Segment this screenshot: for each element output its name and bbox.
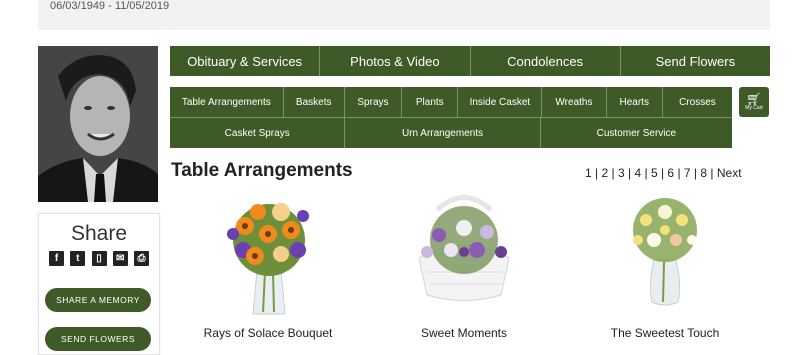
category-casket-sprays[interactable]: Casket Sprays [170,118,346,148]
share-icons: f t ▯ ✉ ⎙ [49,251,149,266]
category-wreaths[interactable]: Wreaths [542,87,607,117]
print-icon[interactable]: ⎙ [134,251,149,266]
email-icon[interactable]: ✉ [112,251,128,266]
product-name[interactable]: Rays of Solace Bouquet [173,326,363,340]
category-baskets[interactable]: Baskets [283,87,345,117]
main-nav: Obituary & Services Photos & Video Condo… [170,46,770,76]
life-dates: 06/03/1949 - 11/05/2019 [50,0,170,12]
category-nav-row1: Table Arrangements Baskets Sprays Plants… [170,87,732,117]
page-link-7[interactable]: 7 [684,166,691,180]
category-nav-row2: Casket Sprays Urn Arrangements Customer … [170,117,732,148]
obituary-header-bar: 06/03/1949 - 11/05/2019 [38,0,770,30]
page-link-5[interactable]: 5 [651,166,658,180]
product-image[interactable] [369,190,559,318]
page-link-3[interactable]: 3 [618,166,625,180]
product-image[interactable] [570,190,760,318]
page-link-8[interactable]: 8 [700,166,707,180]
mobile-icon[interactable]: ▯ [91,251,107,266]
facebook-icon[interactable]: f [49,251,64,266]
section-title: Table Arrangements [171,160,353,181]
category-crosses[interactable]: Crosses [662,87,732,117]
product-name[interactable]: Sweet Moments [369,326,559,340]
twitter-icon[interactable]: t [70,251,86,266]
deceased-photo [38,46,158,202]
product-card[interactable]: Sweet Moments [369,190,559,340]
cart-label: My Cart [745,104,763,111]
cart-icon: 🛒︎ [746,91,762,106]
share-title: Share [70,222,128,245]
category-hearts[interactable]: Hearts [606,87,663,117]
page-link-6[interactable]: 6 [667,166,674,180]
share-memory-button[interactable]: SHARE A MEMORY [45,288,151,312]
tab-obituary-services[interactable]: Obituary & Services [170,46,321,76]
cart-button[interactable]: 🛒︎ My Cart [739,87,769,117]
page-link-4[interactable]: 4 [634,166,641,180]
product-image[interactable] [173,190,363,318]
category-urn-arrangements[interactable]: Urn Arrangements [345,118,541,148]
send-flowers-button[interactable]: SEND FLOWERS [45,327,151,351]
category-customer-service[interactable]: Customer Service [540,118,732,148]
page-link-1[interactable]: 1 [585,166,592,180]
pagination: 1 | 2 | 3 | 4 | 5 | 6 | 7 | 8 | Next [585,166,742,180]
product-name[interactable]: The Sweetest Touch [570,326,760,340]
page-link-next[interactable]: Next [717,166,742,180]
category-sprays[interactable]: Sprays [344,87,403,117]
category-plants[interactable]: Plants [402,87,459,117]
tab-send-flowers[interactable]: Send Flowers [620,46,770,76]
page-link-2[interactable]: 2 [601,166,608,180]
category-inside-casket[interactable]: Inside Casket [458,87,543,117]
product-card[interactable]: Rays of Solace Bouquet [173,190,363,340]
share-panel: Share f t ▯ ✉ ⎙ SHARE A MEMORY SEND FLOW… [38,213,160,355]
category-table-arrangements[interactable]: Table Arrangements [170,87,284,117]
tab-condolences[interactable]: Condolences [470,46,621,76]
tab-photos-video[interactable]: Photos & Video [320,46,471,76]
product-card[interactable]: The Sweetest Touch [570,190,760,340]
